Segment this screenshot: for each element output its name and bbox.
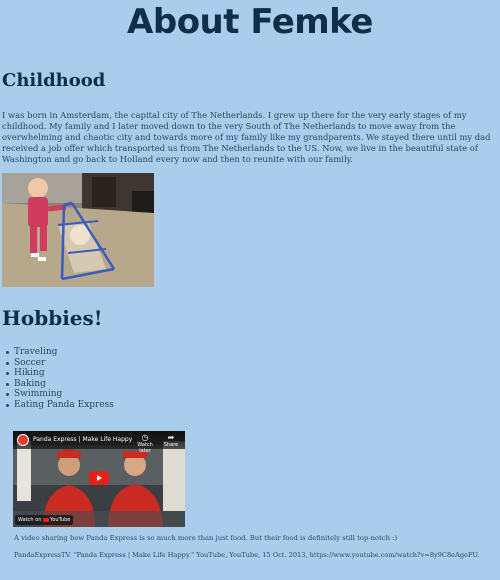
hobbies-heading: Hobbies! [2,306,103,330]
list-item: Hiking [6,368,114,379]
childhood-photo [2,173,154,287]
list-item: Eating Panda Express [6,400,114,411]
youtube-logo-icon [42,517,49,522]
share-button[interactable]: ➦ Share [163,433,179,448]
page-title: About Femke [127,2,373,42]
video-title[interactable]: Panda Express | Make Life Happy [33,431,132,449]
list-item: Swimming [6,389,114,400]
channel-logo-icon[interactable] [17,434,29,446]
video-citation: PandaExpressTV. “Panda Express | Make Li… [14,551,480,559]
video-header: Panda Express | Make Life Happy ◷ Watch … [13,431,185,454]
share-arrow-icon: ➦ [167,433,175,442]
childhood-heading: Childhood [2,70,106,91]
list-item: Traveling [6,347,114,358]
childhood-paragraph: I was born in Amsterdam, the capital cit… [2,110,491,164]
hobbies-list: Traveling Soccer Hiking Baking Swimming … [6,347,114,410]
watch-later-button[interactable]: ◷ Watch later [137,433,153,454]
play-button[interactable] [89,471,109,485]
watch-on-youtube-button[interactable]: Watch on YouTube [15,515,74,525]
clock-icon: ◷ [141,433,149,442]
video-caption: A video sharing how Panda Express is so … [14,534,398,542]
list-item: Baking [6,379,114,390]
youtube-video-embed[interactable]: Panda Express | Make Life Happy ◷ Watch … [13,431,185,527]
baby-walker-image [2,173,154,287]
list-item: Soccer [6,358,114,369]
